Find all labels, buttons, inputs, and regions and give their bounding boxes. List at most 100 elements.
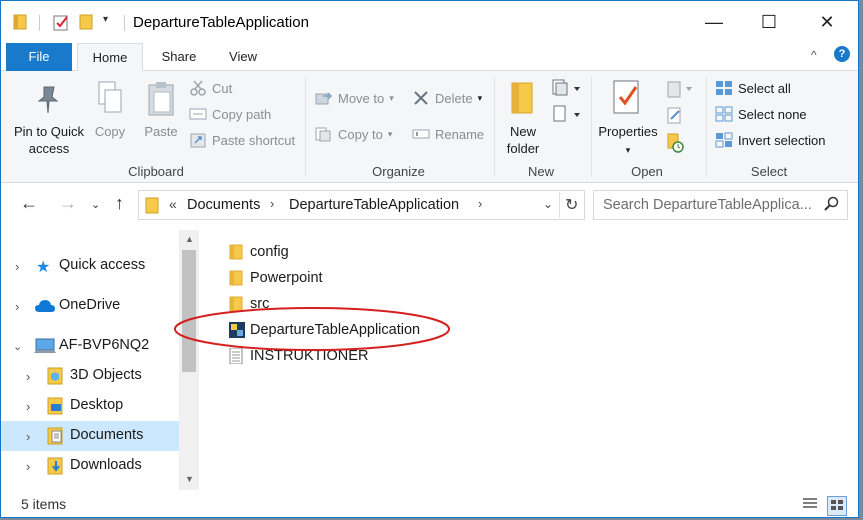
open-icon[interactable] xyxy=(666,81,696,102)
invert-selection-label: Invert selection xyxy=(738,132,826,148)
tab-share[interactable]: Share xyxy=(149,43,209,71)
breadcrumb-item-current[interactable]: DepartureTableApplication xyxy=(289,197,459,213)
pin-to-quick-access-button[interactable]: Pin to Quick access xyxy=(9,123,89,157)
refresh-icon[interactable]: ↻ xyxy=(565,195,578,215)
help-icon[interactable]: ? xyxy=(834,46,850,62)
copy-to-label: Copy to xyxy=(338,126,383,142)
maximize-button[interactable]: ☐ xyxy=(746,1,792,43)
properties-quick-icon[interactable] xyxy=(52,13,70,31)
expand-chevron-icon[interactable]: › xyxy=(15,299,19,314)
item-count: 5 items xyxy=(21,496,67,512)
invert-selection-button[interactable]: Invert selection xyxy=(715,129,825,151)
nav-pane-scrollbar[interactable]: ▲ ▼ xyxy=(179,230,199,490)
customize-quick-access-icon[interactable]: ▾ xyxy=(103,14,108,25)
organize-group-label: Organize xyxy=(372,164,425,179)
breadcrumb-separator-icon[interactable]: › xyxy=(478,196,482,211)
back-arrow-icon[interactable]: ← xyxy=(20,193,38,214)
divider xyxy=(559,192,560,218)
tree-item-3d-objects[interactable]: › 3D Objects xyxy=(1,361,179,391)
move-to-button[interactable]: Move to ▾ xyxy=(315,87,394,109)
tab-view[interactable]: View xyxy=(215,43,271,71)
scroll-up-arrow-icon[interactable]: ▲ xyxy=(185,234,194,244)
copy-button[interactable]: Copy xyxy=(90,123,130,140)
properties-button[interactable]: Properties ▾ xyxy=(595,123,661,159)
tree-item-desktop[interactable]: › Desktop xyxy=(1,391,179,421)
search-box[interactable]: Search DepartureTableApplica... xyxy=(593,190,848,220)
scroll-down-arrow-icon[interactable]: ▼ xyxy=(185,474,194,484)
large-icons-view-icon[interactable] xyxy=(827,496,847,516)
close-button[interactable]: ✕ xyxy=(804,1,850,43)
paste-icon xyxy=(146,80,176,121)
group-divider xyxy=(706,77,707,177)
ribbon-tab-bar: File Home Share View ^ ? xyxy=(1,43,858,72)
move-to-icon xyxy=(315,90,333,106)
divider xyxy=(124,15,125,31)
copy-path-button[interactable]: Copy path xyxy=(189,103,271,125)
tree-item-documents[interactable]: › Documents xyxy=(1,421,179,451)
expand-chevron-icon[interactable]: › xyxy=(15,259,19,274)
address-dropdown-icon[interactable]: ⌄ xyxy=(543,197,553,211)
new-folder-button[interactable]: New folder xyxy=(498,123,548,157)
pin-label-line1: Pin to Quick xyxy=(13,124,85,139)
group-divider xyxy=(591,77,592,177)
folder-icon xyxy=(229,270,243,286)
navigation-bar: ← → ⌄ ↑ « Documents › DepartureTableAppl… xyxy=(1,184,858,226)
paste-button[interactable]: Paste xyxy=(139,123,183,140)
history-icon[interactable] xyxy=(666,133,684,156)
collapse-ribbon-icon[interactable]: ^ xyxy=(811,48,817,62)
tree-item-downloads[interactable]: › Downloads xyxy=(1,451,179,481)
copy-to-icon xyxy=(315,126,333,142)
tree-item-this-pc[interactable]: ⌄ AF-BVP6NQ2 xyxy=(1,331,179,361)
breadcrumb-separator-icon[interactable]: › xyxy=(270,196,274,211)
search-input[interactable]: Search DepartureTableApplica... xyxy=(603,197,812,213)
scissors-icon xyxy=(189,80,207,96)
expand-chevron-icon[interactable]: › xyxy=(26,399,30,414)
tab-file[interactable]: File xyxy=(6,43,72,71)
group-divider xyxy=(494,77,495,177)
up-arrow-icon[interactable]: ↑ xyxy=(115,193,124,214)
address-bar[interactable]: « Documents › DepartureTableApplication … xyxy=(138,190,585,220)
edit-icon[interactable] xyxy=(666,107,684,128)
new-item-icon[interactable] xyxy=(552,79,582,100)
documents-icon xyxy=(47,427,63,449)
rename-button[interactable]: Rename xyxy=(412,123,484,145)
select-none-button[interactable]: Select none xyxy=(715,103,807,125)
delete-x-icon xyxy=(412,90,430,106)
copy-to-button[interactable]: Copy to ▾ xyxy=(315,123,392,145)
expand-chevron-icon[interactable]: › xyxy=(26,429,30,444)
new-folder-quick-icon[interactable] xyxy=(79,13,97,31)
tree-item-onedrive[interactable]: › OneDrive xyxy=(1,291,179,321)
forward-arrow-icon[interactable]: → xyxy=(59,193,77,214)
collapse-chevron-icon[interactable]: ⌄ xyxy=(13,340,22,353)
file-explorer-window: ▾ DepartureTableApplication — ☐ ✕ File H… xyxy=(0,0,859,518)
tab-home[interactable]: Home xyxy=(77,43,143,72)
select-all-button[interactable]: Select all xyxy=(715,77,791,99)
breadcrumb-item-documents[interactable]: Documents xyxy=(187,197,260,213)
file-row-config[interactable]: config xyxy=(229,239,289,265)
details-view-icon[interactable] xyxy=(802,497,818,514)
recent-locations-chevron-icon[interactable]: ⌄ xyxy=(91,198,100,211)
search-icon[interactable] xyxy=(824,196,840,215)
paste-shortcut-button[interactable]: Paste shortcut xyxy=(189,129,295,151)
select-group-label: Select xyxy=(750,164,788,179)
ribbon: Pin to Quick access Copy Paste Cut Copy … xyxy=(1,71,858,183)
tree-item-label: AF-BVP6NQ2 xyxy=(59,337,150,353)
delete-button[interactable]: Delete ▾ xyxy=(412,87,482,109)
dropdown-arrow-icon: ▾ xyxy=(625,145,631,155)
copy-icon xyxy=(97,80,123,119)
group-divider xyxy=(305,77,306,177)
status-bar: 5 items xyxy=(1,490,858,517)
breadcrumb-overflow[interactable]: « xyxy=(169,196,177,212)
expand-chevron-icon[interactable]: › xyxy=(26,459,30,474)
tree-item-quick-access[interactable]: › ★ Quick access xyxy=(1,251,179,281)
pin-label-line2: access xyxy=(28,141,70,156)
cut-button[interactable]: Cut xyxy=(189,77,232,99)
file-row-powerpoint[interactable]: Powerpoint xyxy=(229,265,323,291)
downloads-icon xyxy=(47,457,63,479)
expand-chevron-icon[interactable]: › xyxy=(26,369,30,384)
minimize-button[interactable]: — xyxy=(691,1,737,43)
file-name: config xyxy=(250,244,289,260)
tree-item-label: 3D Objects xyxy=(70,367,142,383)
paste-shortcut-icon xyxy=(189,132,207,148)
easy-access-icon[interactable] xyxy=(552,105,582,126)
